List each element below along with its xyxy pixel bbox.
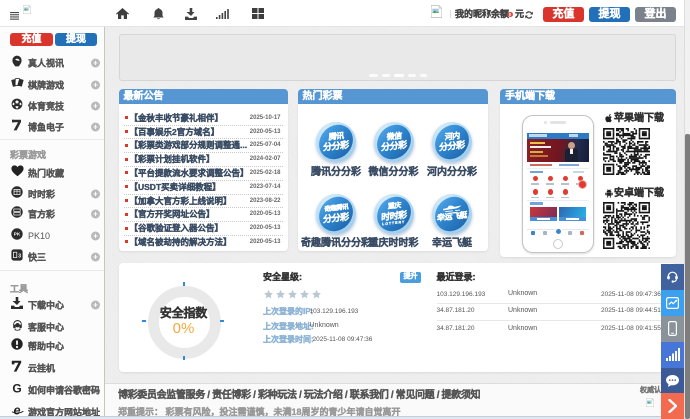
svg-text:e: e (13, 404, 20, 416)
svg-text:3: 3 (18, 253, 21, 259)
svg-text:PK: PK (14, 232, 21, 237)
svg-text:G: G (12, 382, 21, 394)
